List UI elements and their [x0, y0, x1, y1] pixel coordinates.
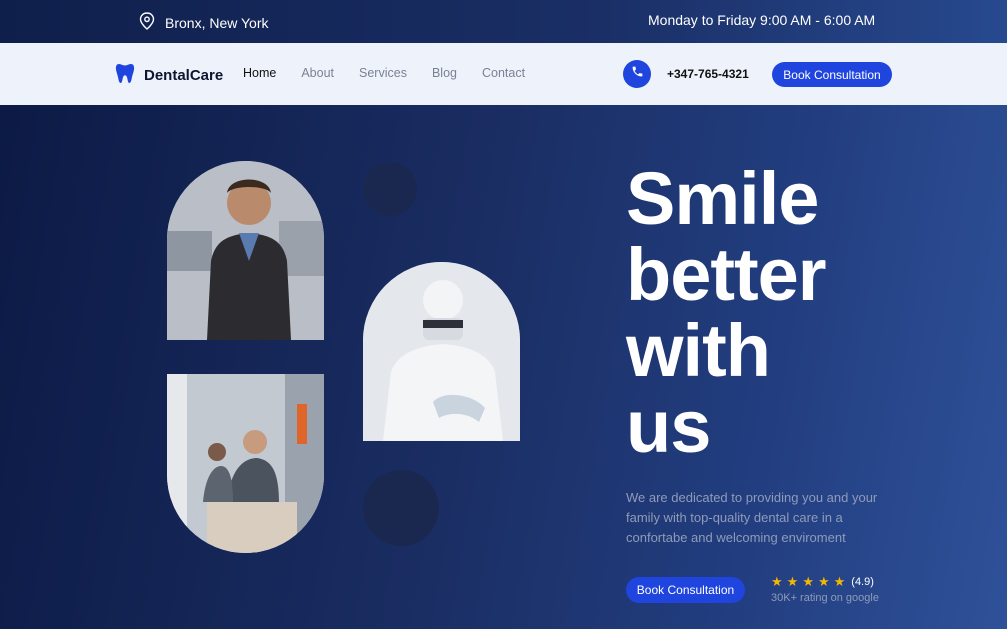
star-icon: ★	[833, 574, 846, 589]
logo[interactable]: DentalCare	[114, 62, 223, 89]
location-text: Bronx, New York	[165, 14, 269, 31]
book-consultation-button[interactable]: Book Consultation	[772, 62, 892, 87]
google-rating: ★ ★ ★ ★ ★ (4.9) 30K+ rating on google	[771, 575, 879, 604]
dentist-portrait-photo	[167, 161, 324, 340]
headline-line: Smile	[626, 157, 819, 240]
decorative-circle	[363, 162, 417, 216]
phone-icon	[631, 65, 644, 83]
hero-section: Smile better with us We are dedicated to…	[0, 105, 1007, 629]
nav-home[interactable]: Home	[243, 66, 276, 80]
star-icon: ★	[771, 574, 783, 589]
decorative-circle	[363, 470, 439, 546]
location-info: Bronx, New York	[139, 12, 269, 33]
patient-photo	[167, 374, 324, 553]
hero-headline: Smile better with us	[626, 161, 986, 465]
star-icon: ★	[817, 574, 830, 589]
navbar: DentalCare Home About Services Blog Cont…	[0, 43, 1007, 105]
main-menu: Home About Services Blog Contact	[243, 66, 550, 80]
headline-line: us	[626, 385, 711, 468]
nav-services[interactable]: Services	[359, 66, 407, 80]
rating-stars: ★ ★ ★ ★ ★ (4.9)	[771, 575, 879, 588]
location-pin-icon	[139, 12, 155, 33]
phone-button[interactable]	[623, 60, 651, 88]
nav-about[interactable]: About	[301, 66, 334, 80]
star-icon: ★	[786, 574, 799, 589]
nav-blog[interactable]: Blog	[432, 66, 457, 80]
star-icon: ★	[802, 574, 814, 589]
dental-surgeon-photo	[363, 262, 520, 441]
rating-score: (4.9)	[851, 575, 874, 588]
brand-name: DentalCare	[144, 67, 224, 84]
hero-book-consultation-button[interactable]: Book Consultation	[626, 577, 745, 603]
headline-line: with	[626, 309, 771, 392]
hero-description: We are dedicated to providing you and yo…	[626, 490, 878, 545]
headline-line: better	[626, 233, 827, 316]
nav-contact[interactable]: Contact	[482, 66, 525, 80]
tooth-icon	[114, 62, 136, 89]
rating-subtitle: 30K+ rating on google	[771, 592, 879, 604]
phone-number[interactable]: +347-765-4321	[667, 67, 749, 81]
top-bar: Bronx, New York Monday to Friday 9:00 AM…	[0, 0, 1007, 43]
opening-hours: Monday to Friday 9:00 AM - 6:00 AM	[648, 12, 876, 28]
